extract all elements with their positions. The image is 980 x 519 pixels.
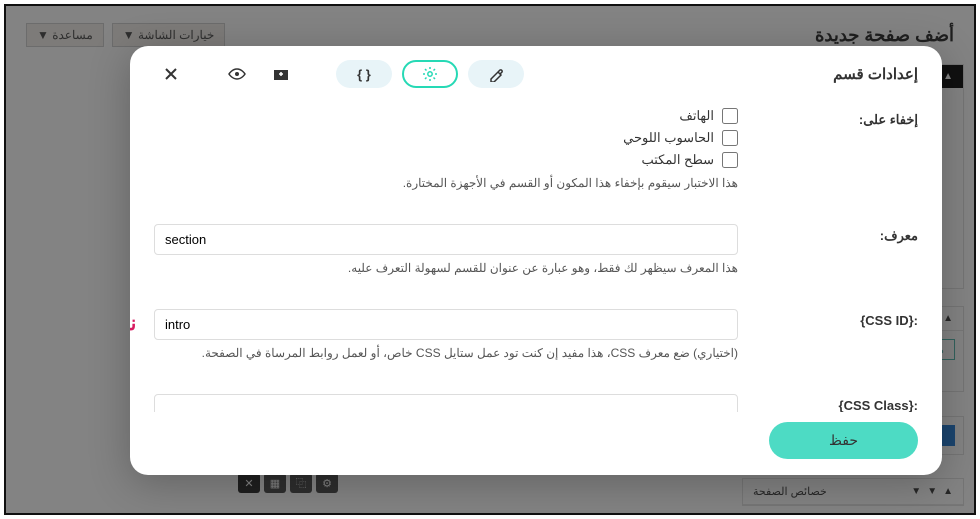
id-input[interactable] <box>154 224 738 255</box>
save-button[interactable]: حفظ <box>769 422 918 459</box>
annotation-text: نسخ <box>130 311 136 336</box>
checkbox-input[interactable] <box>722 152 738 168</box>
settings-modal: { } إعدادات قسم إخفاء على: الهاتف الحاسو… <box>130 46 942 475</box>
design-tab[interactable] <box>468 60 524 88</box>
modal-body: إخفاء على: الهاتف الحاسوب اللوحي سطح الم… <box>130 98 942 412</box>
annotation-copy: نسخ <box>130 311 136 336</box>
checkbox-input[interactable] <box>722 130 738 146</box>
hide-tablet-checkbox[interactable]: الحاسوب اللوحي <box>154 130 738 146</box>
modal-title: إعدادات قسم <box>833 65 918 83</box>
eye-icon[interactable] <box>220 60 254 88</box>
checkbox-label: الهاتف <box>679 108 714 124</box>
cssid-help-text: (اختياري) ضع معرف CSS، هذا مفيد إن كنت ت… <box>154 344 738 362</box>
hide-on-row: إخفاء على: الهاتف الحاسوب اللوحي سطح الم… <box>154 102 918 198</box>
save-library-icon[interactable] <box>264 60 298 88</box>
hide-desktop-checkbox[interactable]: سطح المكتب <box>154 152 738 168</box>
checkbox-label: الحاسوب اللوحي <box>623 130 714 146</box>
cssid-row: :{CSS ID} نسخ (اختياري) ضع معرف CSS، هذا… <box>154 303 918 368</box>
close-button[interactable] <box>154 60 188 88</box>
cssclass-row: :{CSS Class} <box>154 388 918 412</box>
id-help-text: هذا المعرف سيظهر لك فقط، وهو عبارة عن عن… <box>154 259 738 277</box>
code-tab[interactable]: { } <box>336 60 392 88</box>
hide-phone-checkbox[interactable]: الهاتف <box>154 108 738 124</box>
hide-help-text: هذا الاختبار سيقوم بإخفاء هذا المكون أو … <box>154 174 738 192</box>
cssclass-label: :{CSS Class} <box>758 394 918 412</box>
cssid-label: :{CSS ID} <box>758 309 918 328</box>
hide-on-label: إخفاء على: <box>758 108 918 128</box>
cssclass-input[interactable] <box>154 394 738 412</box>
settings-tab[interactable] <box>402 60 458 88</box>
checkbox-label: سطح المكتب <box>641 152 714 168</box>
id-row: معرف: هذا المعرف سيظهر لك فقط، وهو عبارة… <box>154 218 918 283</box>
cssid-input[interactable] <box>154 309 738 340</box>
checkbox-input[interactable] <box>722 108 738 124</box>
id-label: معرف: <box>758 224 918 244</box>
modal-header: { } إعدادات قسم <box>130 46 942 98</box>
modal-footer: حفظ <box>130 412 942 475</box>
